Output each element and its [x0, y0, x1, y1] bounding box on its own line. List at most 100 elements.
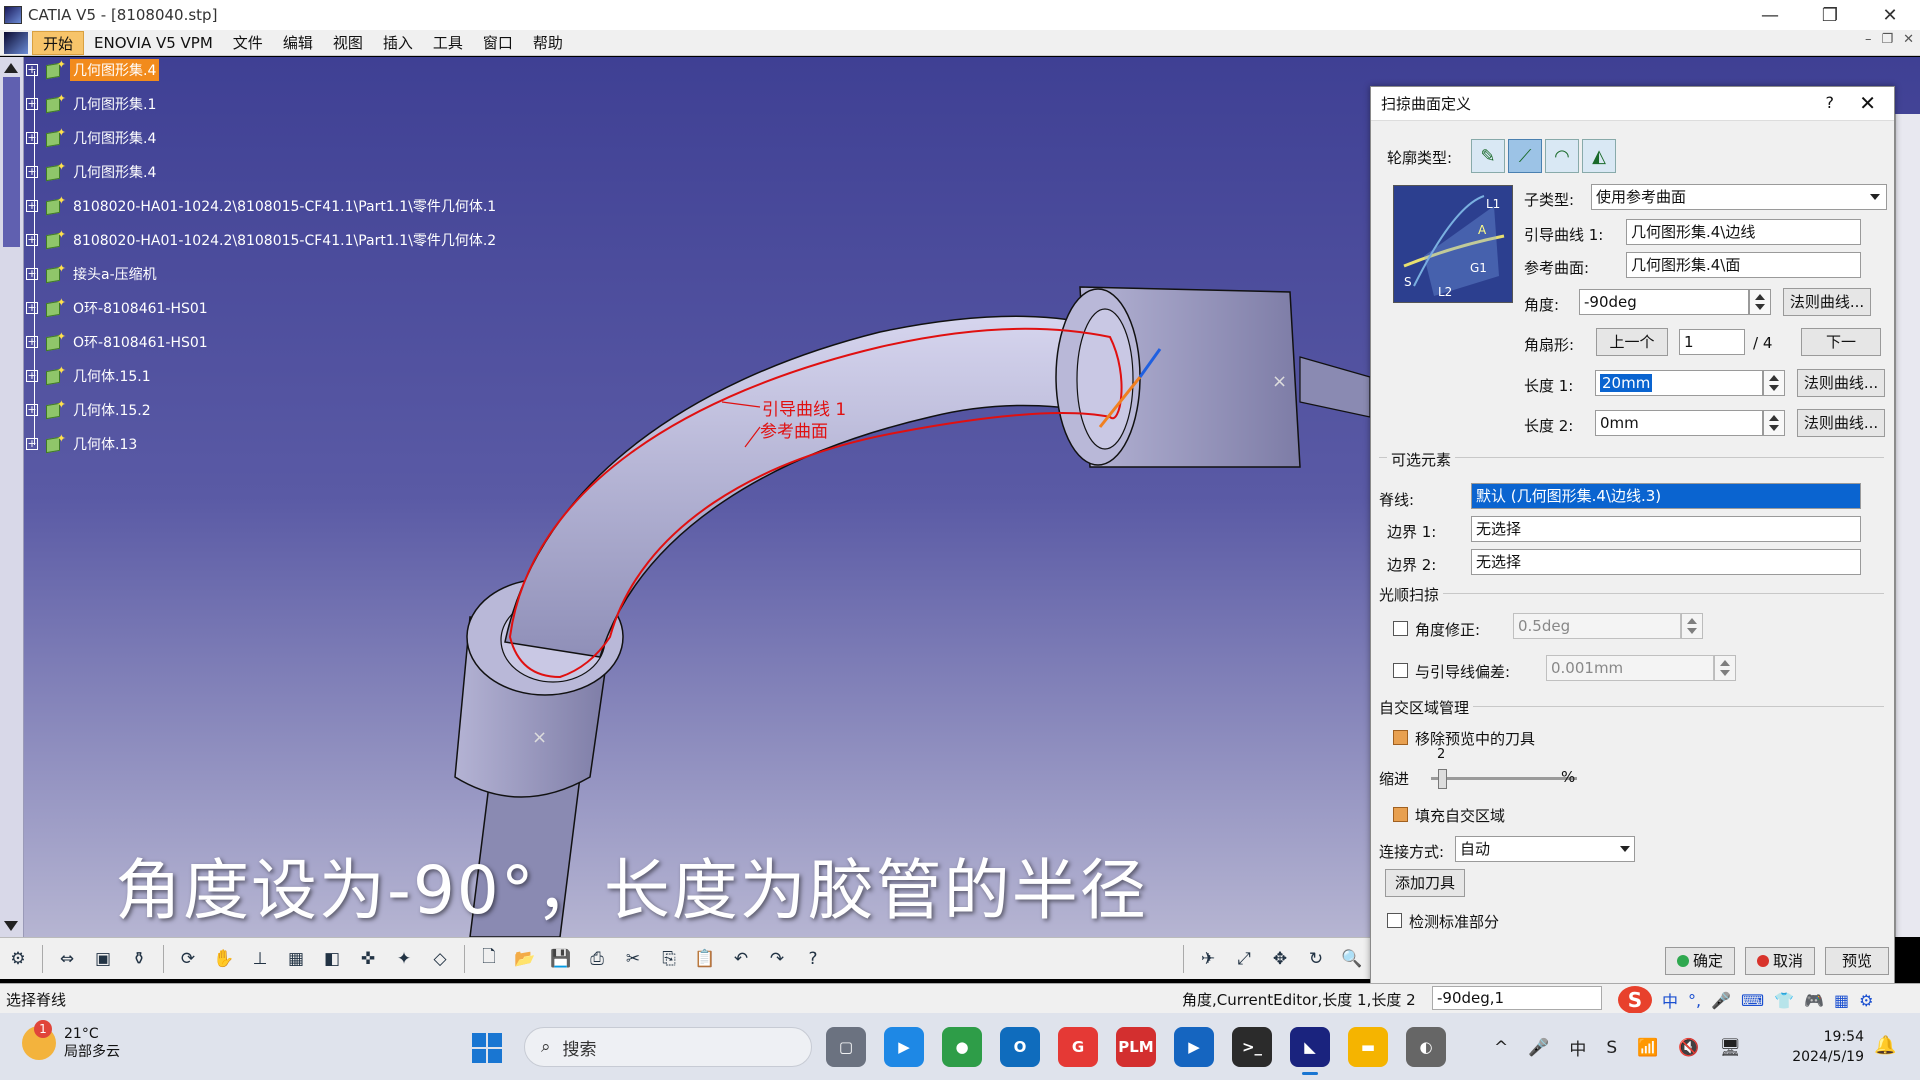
- mass-icon[interactable]: ⚱: [126, 946, 152, 972]
- fill-checkbox[interactable]: [1393, 807, 1408, 822]
- undo-icon[interactable]: ↶: [728, 946, 754, 972]
- tree-item[interactable]: + ✦ 几何图形集.4: [26, 125, 159, 151]
- compass-icon[interactable]: ✜: [355, 946, 381, 972]
- tree-item[interactable]: + ✦ O环-8108461-HS01: [26, 295, 211, 321]
- help-icon[interactable]: ?: [1826, 93, 1835, 112]
- tree-item[interactable]: + ✦ 几何体.15.1: [26, 363, 154, 389]
- expand-icon[interactable]: +: [26, 132, 38, 144]
- measure-icon[interactable]: ⇔: [54, 946, 80, 972]
- render-icon[interactable]: ✦: [391, 946, 417, 972]
- expand-icon[interactable]: +: [26, 200, 38, 212]
- tree-item[interactable]: + ✦ O环-8108461-HS01: [26, 329, 211, 355]
- deviation-spinner[interactable]: [1714, 655, 1736, 681]
- redo-icon[interactable]: ↷: [764, 946, 790, 972]
- expand-icon[interactable]: +: [26, 438, 38, 450]
- update-icon[interactable]: ⟳: [175, 946, 201, 972]
- circle-profile-icon[interactable]: ◠: [1545, 139, 1579, 173]
- deviation-field[interactable]: 0.001mm: [1546, 655, 1714, 681]
- fit-all-icon[interactable]: ⤢: [1231, 946, 1257, 972]
- guide-curve-field[interactable]: 几何图形集.4\边线: [1626, 219, 1861, 245]
- menu-edit[interactable]: 编辑: [273, 31, 323, 55]
- weather-widget[interactable]: 1 21°C 局部多云: [22, 1020, 120, 1061]
- grid-icon[interactable]: ▦: [283, 946, 309, 972]
- bilibili-app-icon[interactable]: ▶: [884, 1027, 924, 1067]
- ime-keyboard-icon[interactable]: ⌨: [1741, 991, 1764, 1010]
- menu-enovia[interactable]: ENOVIA V5 VPM: [84, 31, 223, 55]
- add-tool-button[interactable]: 添加刀具: [1385, 869, 1465, 897]
- cut-icon[interactable]: ✂: [620, 946, 646, 972]
- mdi-close-button[interactable]: ✕: [1903, 32, 1914, 47]
- whats-this-icon[interactable]: ?: [800, 946, 826, 972]
- chrome-app-icon[interactable]: ●: [942, 1027, 982, 1067]
- tray-mic-icon[interactable]: 🎤: [1528, 1038, 1549, 1058]
- menu-file[interactable]: 文件: [223, 31, 273, 55]
- scroll-thumb[interactable]: [3, 77, 20, 247]
- expand-icon[interactable]: +: [26, 98, 38, 110]
- length1-field[interactable]: 20mm: [1595, 370, 1763, 396]
- rotate-icon[interactable]: ↻: [1303, 946, 1329, 972]
- ime-skin-icon[interactable]: 👕: [1774, 991, 1794, 1010]
- slider-thumb[interactable]: [1437, 769, 1447, 789]
- tree-item[interactable]: + ✦ 几何体.15.2: [26, 397, 154, 423]
- canonical-checkbox[interactable]: [1387, 913, 1402, 928]
- expand-icon[interactable]: +: [26, 336, 38, 348]
- deviation-checkbox[interactable]: [1393, 663, 1408, 678]
- pan-icon[interactable]: ✥: [1267, 946, 1293, 972]
- tray-sogou-icon[interactable]: S: [1606, 1038, 1617, 1058]
- setback-slider[interactable]: [1431, 767, 1577, 791]
- angle-correction-checkbox[interactable]: [1393, 621, 1408, 636]
- power-input-field[interactable]: -90deg,1 ,20mm,0mm: [1432, 986, 1602, 1029]
- tree-item[interactable]: + ✦ 8108020-HA01-1024.2\8108015-CF41.1\Par…: [26, 193, 499, 219]
- start-button[interactable]: [472, 1033, 502, 1063]
- scroll-up-icon[interactable]: [4, 63, 18, 73]
- save-icon[interactable]: 💾: [548, 946, 574, 972]
- length1-law-button[interactable]: 法则曲线...: [1797, 369, 1885, 397]
- length2-law-button[interactable]: 法则曲线...: [1797, 409, 1885, 437]
- ime-grid-icon[interactable]: ▦: [1834, 991, 1849, 1010]
- cancel-button[interactable]: 取消: [1745, 947, 1815, 975]
- tray-expand-icon[interactable]: ^: [1494, 1038, 1508, 1058]
- app-gray-app-icon[interactable]: ◐: [1406, 1027, 1446, 1067]
- line-profile-icon[interactable]: ⟋: [1508, 139, 1542, 173]
- ime-punct-icon[interactable]: °,: [1688, 991, 1701, 1010]
- menu-view[interactable]: 视图: [323, 31, 373, 55]
- menu-start[interactable]: 开始: [32, 30, 85, 55]
- length1-spinner[interactable]: [1763, 370, 1785, 396]
- ime-chinese-icon[interactable]: 中: [1662, 988, 1678, 1012]
- tree-item[interactable]: + ✦ 接头a-压缩机: [26, 261, 160, 287]
- menu-insert[interactable]: 插入: [373, 31, 423, 55]
- taskbar-clock[interactable]: 19:54 2024/5/19: [1774, 1027, 1864, 1067]
- chevron-down-icon[interactable]: [1865, 184, 1885, 210]
- copy-icon[interactable]: ⎘: [656, 946, 682, 972]
- ime-settings-icon[interactable]: ⚙: [1859, 991, 1873, 1010]
- volume-icon[interactable]: 🔇: [1678, 1038, 1699, 1058]
- boundary2-field[interactable]: 无选择: [1471, 549, 1861, 575]
- angle-correction-field[interactable]: 0.5deg: [1513, 613, 1681, 639]
- menu-help[interactable]: 帮助: [523, 31, 573, 55]
- remove-tools-checkbox[interactable]: [1393, 730, 1408, 745]
- menu-window[interactable]: 窗口: [473, 31, 523, 55]
- dialog-close-button[interactable]: ✕: [1859, 91, 1876, 115]
- tree-icon[interactable]: ⚙: [5, 946, 31, 972]
- mdi-restore-button[interactable]: ❐: [1881, 32, 1893, 47]
- explorer-app-icon[interactable]: ▬: [1348, 1027, 1388, 1067]
- print-icon[interactable]: ⎙: [584, 946, 610, 972]
- taskbar-search[interactable]: ⌕ 搜索: [524, 1027, 812, 1067]
- tree-item[interactable]: + ✦ 几何图形集.4: [26, 159, 159, 185]
- chevron-down-icon[interactable]: [1615, 836, 1635, 862]
- ref-surface-field[interactable]: 几何图形集.4\面: [1626, 252, 1861, 278]
- display-icon[interactable]: 🖥: [1720, 1038, 1742, 1058]
- hand-icon[interactable]: ✋: [211, 946, 237, 972]
- conic-profile-icon[interactable]: ◭: [1582, 139, 1616, 173]
- notification-bell-icon[interactable]: 🔔: [1874, 1035, 1896, 1056]
- scroll-down-icon[interactable]: [4, 921, 18, 931]
- fly-icon[interactable]: ✈: [1195, 946, 1221, 972]
- menu-tools[interactable]: 工具: [423, 31, 473, 55]
- spine-field[interactable]: 默认 (几何图形集.4\边线.3): [1471, 483, 1861, 509]
- sogou-logo-icon[interactable]: S: [1618, 986, 1652, 1014]
- paste-icon[interactable]: 📋: [692, 946, 718, 972]
- axis-icon[interactable]: ⊥: [247, 946, 273, 972]
- tray-ime-icon[interactable]: 中: [1569, 1035, 1586, 1060]
- expand-icon[interactable]: +: [26, 166, 38, 178]
- sector-field[interactable]: 1: [1679, 329, 1745, 355]
